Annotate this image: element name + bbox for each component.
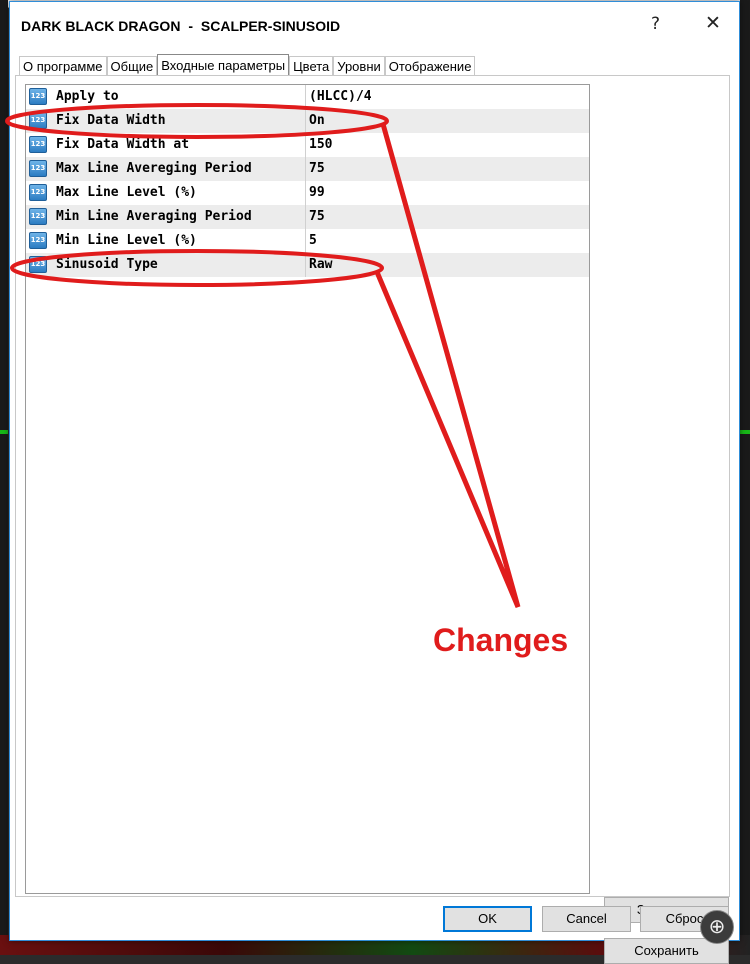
annotation-label: Changes (433, 622, 569, 658)
param-value[interactable]: 75 (309, 209, 325, 224)
background-chart-line (0, 430, 8, 434)
numeric-param-icon: 123 (29, 112, 47, 129)
param-row-max-line-period[interactable]: 123 Max Line Avereging Period 75 (26, 157, 589, 181)
param-name: Fix Data Width at (56, 137, 190, 152)
param-row-fix-data-width-at[interactable]: 123 Fix Data Width at 150 (26, 133, 589, 157)
help-button[interactable]: ? (651, 14, 660, 34)
param-name: Fix Data Width (56, 113, 166, 128)
tab-strip: О программе Общие Входные параметры Цвет… (19, 54, 476, 76)
column-divider (305, 85, 306, 109)
close-icon[interactable]: ✕ (705, 12, 721, 34)
parameters-grid: 123 Apply to (HLCC)/4 123 Fix Data Width… (25, 84, 590, 894)
tab-inputs[interactable]: Входные параметры (157, 54, 290, 76)
title-bar[interactable]: DARK BLACK DRAGON - SCALPER-SINUSOID ? ✕ (10, 2, 739, 49)
column-divider (305, 229, 306, 253)
param-value[interactable]: 75 (309, 161, 325, 176)
numeric-param-icon: 123 (29, 232, 47, 249)
tab-about[interactable]: О программе (19, 56, 107, 76)
param-row-min-line-period[interactable]: 123 Min Line Averaging Period 75 (26, 205, 589, 229)
param-name: Max Line Avereging Period (56, 161, 252, 176)
param-name: Max Line Level (%) (56, 185, 197, 200)
title-indicator: SCALPER-SINUSOID (200, 18, 341, 34)
window-title: DARK BLACK DRAGON - SCALPER-SINUSOID (21, 18, 340, 34)
column-divider (305, 205, 306, 229)
param-row-apply-to[interactable]: 123 Apply to (HLCC)/4 (26, 85, 589, 109)
zoom-icon[interactable]: ⊕ (700, 910, 734, 944)
numeric-param-icon: 123 (29, 256, 47, 273)
param-value[interactable]: (HLCC)/4 (309, 89, 372, 104)
column-divider (305, 133, 306, 157)
param-name: Min Line Averaging Period (56, 209, 252, 224)
indicator-properties-dialog: DARK BLACK DRAGON - SCALPER-SINUSOID ? ✕… (9, 1, 740, 964)
numeric-param-icon: 123 (29, 208, 47, 225)
numeric-param-icon: 123 (29, 136, 47, 153)
param-row-max-line-level[interactable]: 123 Max Line Level (%) 99 (26, 181, 589, 205)
column-divider (305, 253, 306, 277)
tab-colors[interactable]: Цвета (289, 56, 334, 76)
numeric-param-icon: 123 (29, 88, 47, 105)
param-name: Apply to (56, 89, 119, 104)
title-separator: - (188, 18, 193, 34)
param-value[interactable]: 150 (309, 137, 332, 152)
param-value[interactable]: 99 (309, 185, 325, 200)
param-row-min-line-level[interactable]: 123 Min Line Level (%) 5 (26, 229, 589, 253)
param-value[interactable]: Raw (309, 257, 332, 272)
param-name: Sinusoid Type (56, 257, 158, 272)
numeric-param-icon: 123 (29, 160, 47, 177)
background-chart-left (0, 0, 8, 955)
param-value[interactable]: 5 (309, 233, 317, 248)
background-chart-right (740, 0, 750, 955)
background-chart-line (740, 430, 750, 434)
param-row-fix-data-width[interactable]: 123 Fix Data Width On (26, 109, 589, 133)
cancel-button[interactable]: Cancel (542, 906, 631, 932)
tab-general[interactable]: Общие (106, 56, 158, 76)
ok-button[interactable]: OK (443, 906, 532, 932)
column-divider (305, 181, 306, 205)
inputs-tab-page: 123 Apply to (HLCC)/4 123 Fix Data Width… (15, 75, 730, 964)
param-value[interactable]: On (309, 113, 325, 128)
tab-levels[interactable]: Уровни (333, 56, 385, 76)
param-row-sinusoid-type[interactable]: 123 Sinusoid Type Raw (26, 253, 589, 277)
tab-visualization[interactable]: Отображение (384, 56, 476, 76)
column-divider (305, 109, 306, 133)
title-name: DARK BLACK DRAGON (21, 18, 181, 34)
numeric-param-icon: 123 (29, 184, 47, 201)
param-name: Min Line Level (%) (56, 233, 197, 248)
column-divider (305, 157, 306, 181)
